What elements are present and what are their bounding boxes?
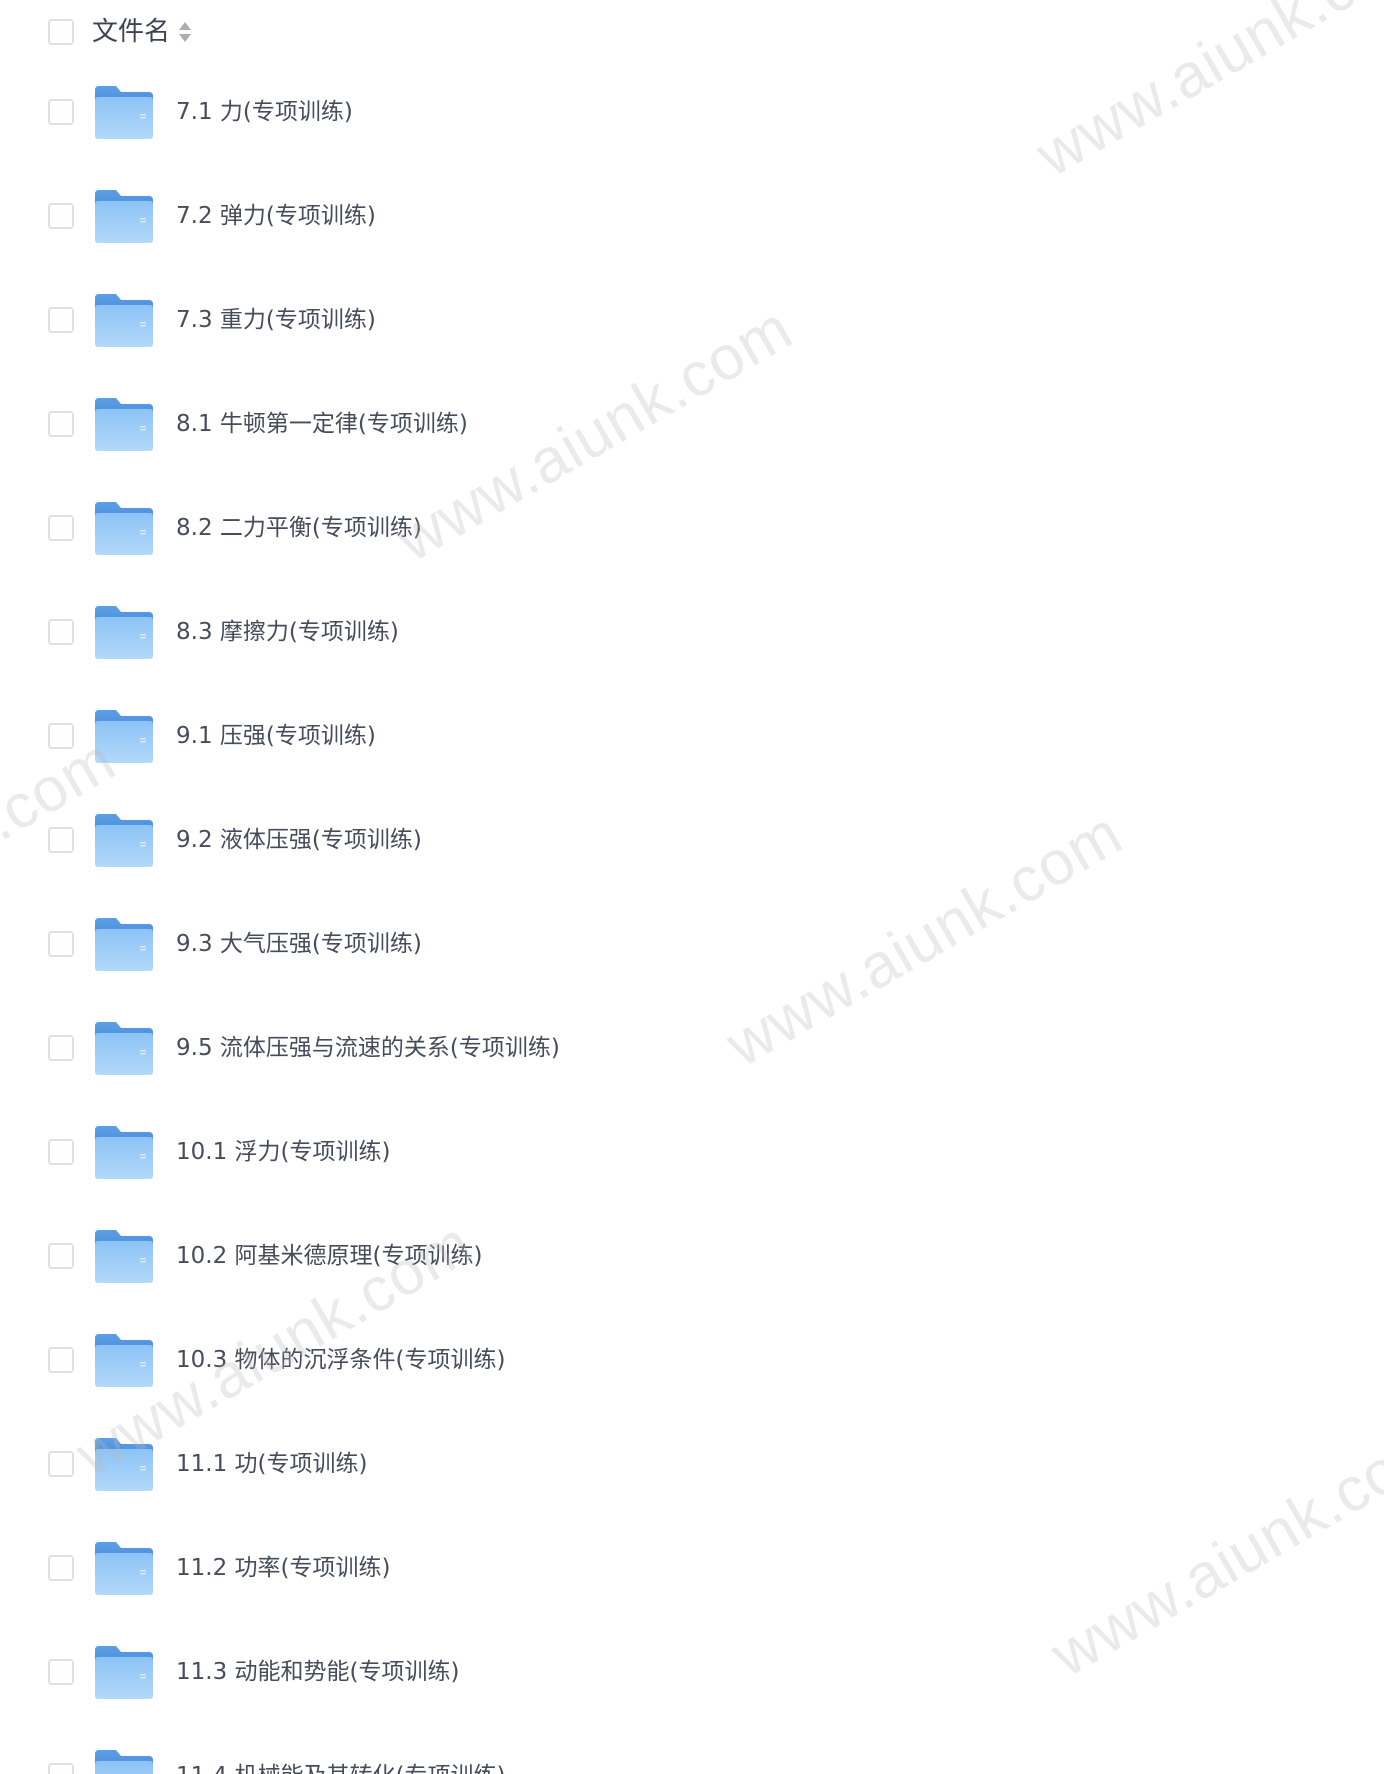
file-row[interactable]: 9.1 压强(专项训练) bbox=[0, 688, 1384, 792]
file-name[interactable]: 7.2 弹力(专项训练) bbox=[176, 200, 376, 232]
file-row[interactable]: 7.2 弹力(专项训练) bbox=[0, 168, 1384, 272]
folder-icon bbox=[95, 1334, 153, 1387]
row-checkbox[interactable] bbox=[48, 1035, 74, 1061]
file-name[interactable]: 11.4 机械能及其转化(专项训练) bbox=[176, 1760, 505, 1774]
file-row[interactable]: 9.2 液体压强(专项训练) bbox=[0, 792, 1384, 896]
file-name[interactable]: 8.2 二力平衡(专项训练) bbox=[176, 512, 422, 544]
row-checkbox[interactable] bbox=[48, 1243, 74, 1269]
row-checkbox[interactable] bbox=[48, 203, 74, 229]
row-checkbox[interactable] bbox=[48, 931, 74, 957]
file-row[interactable]: 9.5 流体压强与流速的关系(专项训练) bbox=[0, 1000, 1384, 1104]
file-row[interactable]: 11.4 机械能及其转化(专项训练) bbox=[0, 1728, 1384, 1774]
folder-icon bbox=[95, 1438, 153, 1491]
file-row[interactable]: 11.1 功(专项训练) bbox=[0, 1416, 1384, 1520]
folder-icon bbox=[95, 606, 153, 659]
file-name[interactable]: 7.1 力(专项训练) bbox=[176, 96, 353, 128]
select-all-checkbox[interactable] bbox=[48, 19, 74, 45]
file-name[interactable]: 10.3 物体的沉浮条件(专项训练) bbox=[176, 1344, 505, 1376]
file-name[interactable]: 10.2 阿基米德原理(专项训练) bbox=[176, 1240, 482, 1272]
file-row[interactable]: 11.2 功率(专项训练) bbox=[0, 1520, 1384, 1624]
folder-icon bbox=[95, 918, 153, 971]
file-row[interactable]: 7.1 力(专项训练) bbox=[0, 64, 1384, 168]
row-checkbox[interactable] bbox=[48, 1659, 74, 1685]
folder-icon bbox=[95, 1230, 153, 1283]
file-name[interactable]: 10.1 浮力(专项训练) bbox=[176, 1136, 390, 1168]
row-checkbox[interactable] bbox=[48, 1451, 74, 1477]
file-browser-page: 文件名 7.1 力(专项训练) 7.2 弹力(专项训练) 7.3 重力(专项训练… bbox=[0, 0, 1384, 1774]
file-name[interactable]: 9.1 压强(专项训练) bbox=[176, 720, 376, 752]
file-name[interactable]: 9.5 流体压强与流速的关系(专项训练) bbox=[176, 1032, 560, 1064]
sort-icon[interactable] bbox=[178, 20, 192, 44]
file-name[interactable]: 9.2 液体压强(专项训练) bbox=[176, 824, 422, 856]
file-row[interactable]: 7.3 重力(专项训练) bbox=[0, 272, 1384, 376]
file-row[interactable]: 8.1 牛顿第一定律(专项训练) bbox=[0, 376, 1384, 480]
file-name[interactable]: 8.3 摩擦力(专项训练) bbox=[176, 616, 399, 648]
file-row[interactable]: 9.3 大气压强(专项训练) bbox=[0, 896, 1384, 1000]
file-row[interactable]: 8.3 摩擦力(专项训练) bbox=[0, 584, 1384, 688]
row-checkbox[interactable] bbox=[48, 1763, 74, 1774]
folder-icon bbox=[95, 1646, 153, 1699]
file-row[interactable]: 11.3 动能和势能(专项训练) bbox=[0, 1624, 1384, 1728]
file-row[interactable]: 8.2 二力平衡(专项训练) bbox=[0, 480, 1384, 584]
folder-icon bbox=[95, 502, 153, 555]
file-list: 7.1 力(专项训练) 7.2 弹力(专项训练) 7.3 重力(专项训练) 8.… bbox=[0, 64, 1384, 1774]
row-checkbox[interactable] bbox=[48, 723, 74, 749]
file-name[interactable]: 7.3 重力(专项训练) bbox=[176, 304, 376, 336]
folder-icon bbox=[95, 1126, 153, 1179]
folder-icon bbox=[95, 710, 153, 763]
row-checkbox[interactable] bbox=[48, 619, 74, 645]
row-checkbox[interactable] bbox=[48, 1139, 74, 1165]
file-list-header: 文件名 bbox=[0, 0, 1384, 64]
folder-icon bbox=[95, 190, 153, 243]
folder-icon bbox=[95, 86, 153, 139]
row-checkbox[interactable] bbox=[48, 99, 74, 125]
folder-icon bbox=[95, 1750, 153, 1774]
row-checkbox[interactable] bbox=[48, 307, 74, 333]
file-row[interactable]: 10.1 浮力(专项训练) bbox=[0, 1104, 1384, 1208]
folder-icon bbox=[95, 814, 153, 867]
file-name[interactable]: 11.2 功率(专项训练) bbox=[176, 1552, 390, 1584]
file-row[interactable]: 10.2 阿基米德原理(专项训练) bbox=[0, 1208, 1384, 1312]
row-checkbox[interactable] bbox=[48, 1555, 74, 1581]
file-name[interactable]: 11.3 动能和势能(专项训练) bbox=[176, 1656, 459, 1688]
folder-icon bbox=[95, 398, 153, 451]
row-checkbox[interactable] bbox=[48, 515, 74, 541]
row-checkbox[interactable] bbox=[48, 411, 74, 437]
file-name[interactable]: 8.1 牛顿第一定律(专项训练) bbox=[176, 408, 468, 440]
file-name[interactable]: 11.1 功(专项训练) bbox=[176, 1448, 367, 1480]
folder-icon bbox=[95, 294, 153, 347]
folder-icon bbox=[95, 1022, 153, 1075]
file-row[interactable]: 10.3 物体的沉浮条件(专项训练) bbox=[0, 1312, 1384, 1416]
row-checkbox[interactable] bbox=[48, 1347, 74, 1373]
row-checkbox[interactable] bbox=[48, 827, 74, 853]
column-header-filename[interactable]: 文件名 bbox=[92, 16, 170, 48]
file-name[interactable]: 9.3 大气压强(专项训练) bbox=[176, 928, 422, 960]
folder-icon bbox=[95, 1542, 153, 1595]
